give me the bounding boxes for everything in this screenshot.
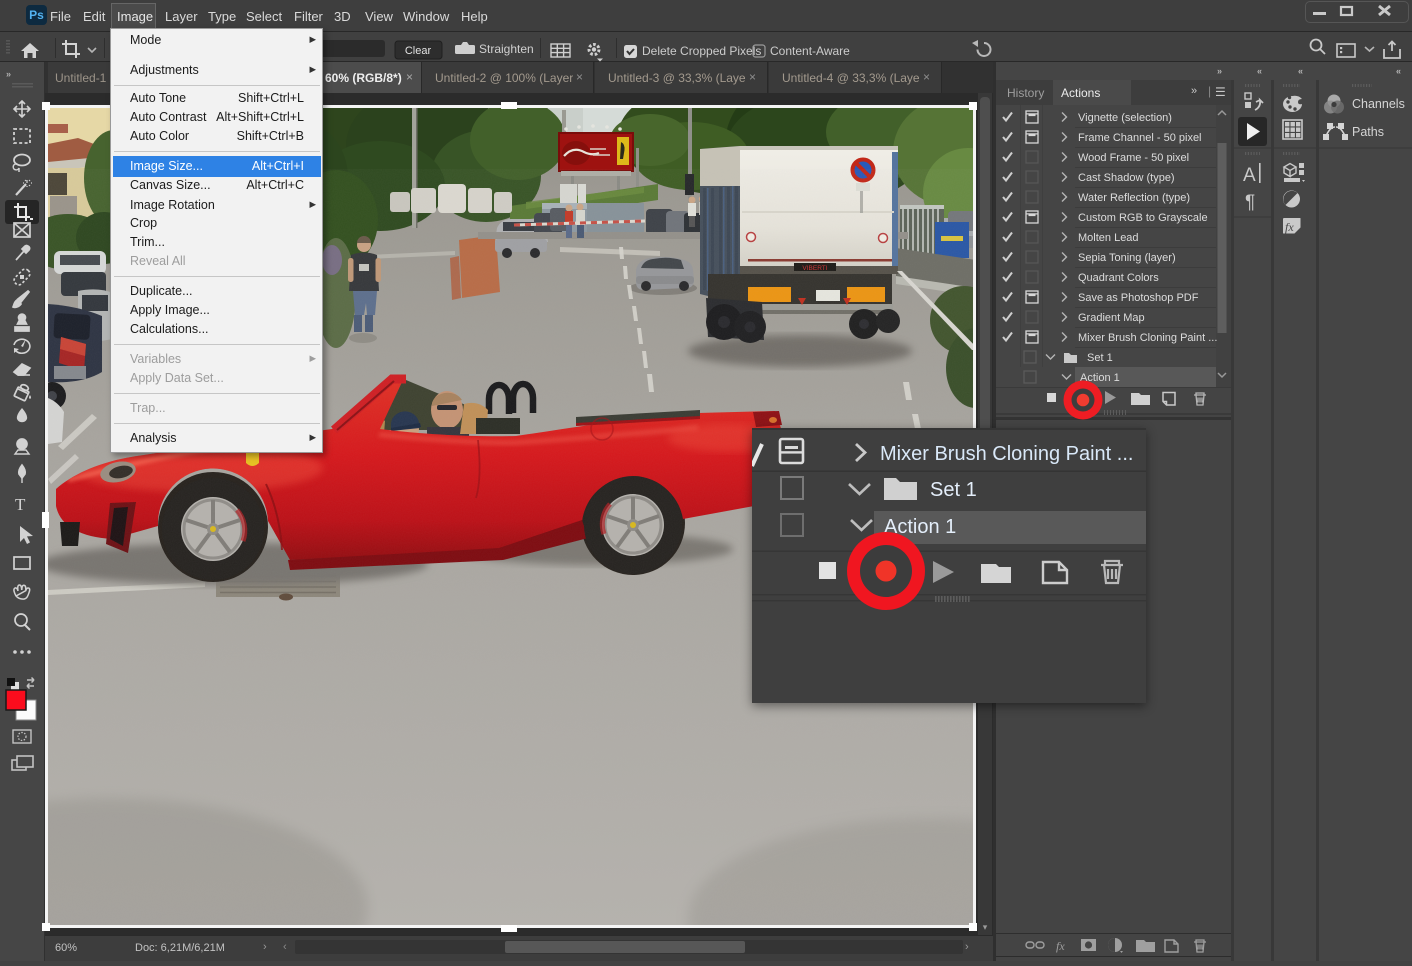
svg-text:Wood Frame - 50 pixel: Wood Frame - 50 pixel <box>1078 152 1189 164</box>
svg-text:A: A <box>1243 165 1256 186</box>
svg-text:Mixer Brush Cloning Paint ...: Mixer Brush Cloning Paint ... <box>880 443 1133 465</box>
svg-text:Vignette (selection): Vignette (selection) <box>1078 112 1172 124</box>
svg-text:»: » <box>6 69 11 79</box>
svg-text:Cast Shadow (type): Cast Shadow (type) <box>1078 172 1175 184</box>
svg-text:Sepia Toning (layer): Sepia Toning (layer) <box>1078 252 1176 264</box>
svg-text:Water Reflection (type): Water Reflection (type) <box>1078 192 1190 204</box>
svg-text:Save as Photoshop PDF: Save as Photoshop PDF <box>1078 292 1199 304</box>
svg-text:Set 1: Set 1 <box>930 479 977 501</box>
svg-text:Quadrant Colors: Quadrant Colors <box>1078 272 1159 284</box>
svg-text:Gradient Map: Gradient Map <box>1078 312 1145 324</box>
svg-text:Frame Channel - 50 pixel: Frame Channel - 50 pixel <box>1078 132 1202 144</box>
svg-text:¶: ¶ <box>1245 192 1255 213</box>
svg-text:Straighten: Straighten <box>479 42 534 56</box>
svg-text:Mixer Brush Cloning Paint ...: Mixer Brush Cloning Paint ... <box>1078 332 1217 344</box>
svg-text:Delete Cropped Pixels: Delete Cropped Pixels <box>642 44 761 58</box>
svg-text:Custom RGB to Grayscale: Custom RGB to Grayscale <box>1078 212 1208 224</box>
svg-text:Content-Aware: Content-Aware <box>770 44 850 58</box>
svg-text:Set 1: Set 1 <box>1087 352 1113 364</box>
svg-text:fx: fx <box>1285 220 1294 234</box>
svg-text:Molten Lead: Molten Lead <box>1078 232 1139 244</box>
svg-text:fx: fx <box>1056 939 1065 953</box>
svg-text:T: T <box>15 495 26 514</box>
svg-text:Clear: Clear <box>405 45 432 57</box>
